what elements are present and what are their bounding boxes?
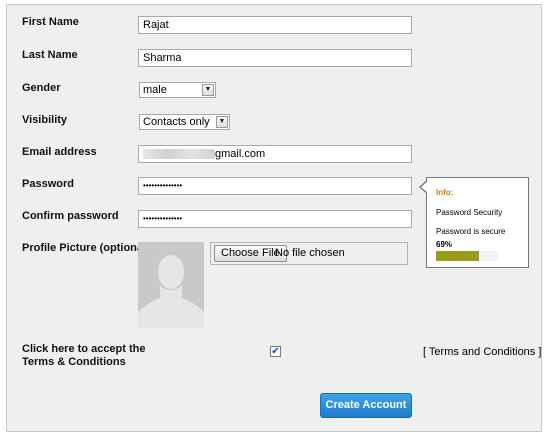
terms-and-conditions-link[interactable]: [ Terms and Conditions ] bbox=[423, 346, 541, 358]
visibility-select-value: Contacts only bbox=[143, 116, 210, 128]
strength-bar bbox=[436, 251, 498, 261]
email-input-value: gmail.com bbox=[215, 148, 266, 160]
password-status: Password is secure bbox=[436, 227, 506, 236]
file-status: No file chosen bbox=[275, 247, 345, 259]
accept-terms-line2: Terms & Conditions bbox=[22, 356, 126, 368]
chevron-down-icon: ▼ bbox=[202, 84, 214, 96]
accept-terms-label: Click here to accept the Terms & Conditi… bbox=[22, 343, 146, 369]
visibility-select[interactable]: Contacts only ▼ bbox=[139, 114, 230, 130]
avatar bbox=[138, 242, 204, 328]
password-security-heading: Password Security bbox=[436, 208, 503, 217]
accept-terms-line1: Click here to accept the bbox=[22, 343, 146, 355]
first-name-label: First Name bbox=[22, 16, 79, 28]
info-title: Info: bbox=[436, 188, 454, 197]
chevron-down-icon: ▼ bbox=[216, 116, 228, 128]
create-account-button[interactable]: Create Account bbox=[320, 393, 412, 418]
email-label: Email address bbox=[22, 146, 97, 158]
confirm-password-input[interactable]: •••••••••••••• bbox=[138, 210, 412, 228]
person-silhouette-icon bbox=[138, 242, 204, 328]
password-info-tooltip: Info: Password Security Password is secu… bbox=[426, 177, 529, 268]
profile-picture-label: Profile Picture (optional) bbox=[22, 242, 150, 254]
first-name-input[interactable]: Rajat bbox=[138, 16, 412, 34]
gender-select[interactable]: male ▼ bbox=[139, 82, 216, 98]
strength-percent: 69% bbox=[436, 240, 453, 249]
password-input[interactable]: •••••••••••••• bbox=[138, 177, 412, 195]
visibility-label: Visibility bbox=[22, 114, 68, 126]
email-input[interactable]: gmail.com bbox=[138, 145, 412, 163]
last-name-input[interactable]: Sharma bbox=[138, 49, 412, 67]
password-label: Password bbox=[22, 178, 74, 190]
confirm-password-label: Confirm password bbox=[22, 210, 119, 222]
file-input[interactable]: Choose File No file chosen bbox=[210, 242, 408, 265]
last-name-label: Last Name bbox=[22, 49, 78, 61]
gender-select-value: male bbox=[143, 84, 167, 96]
gender-label: Gender bbox=[22, 82, 61, 94]
strength-bar-fill bbox=[436, 251, 479, 261]
accept-terms-checkbox[interactable]: ✔ bbox=[270, 346, 281, 357]
tooltip-pointer-inner bbox=[421, 181, 428, 193]
redacted-email-blur bbox=[143, 149, 215, 160]
